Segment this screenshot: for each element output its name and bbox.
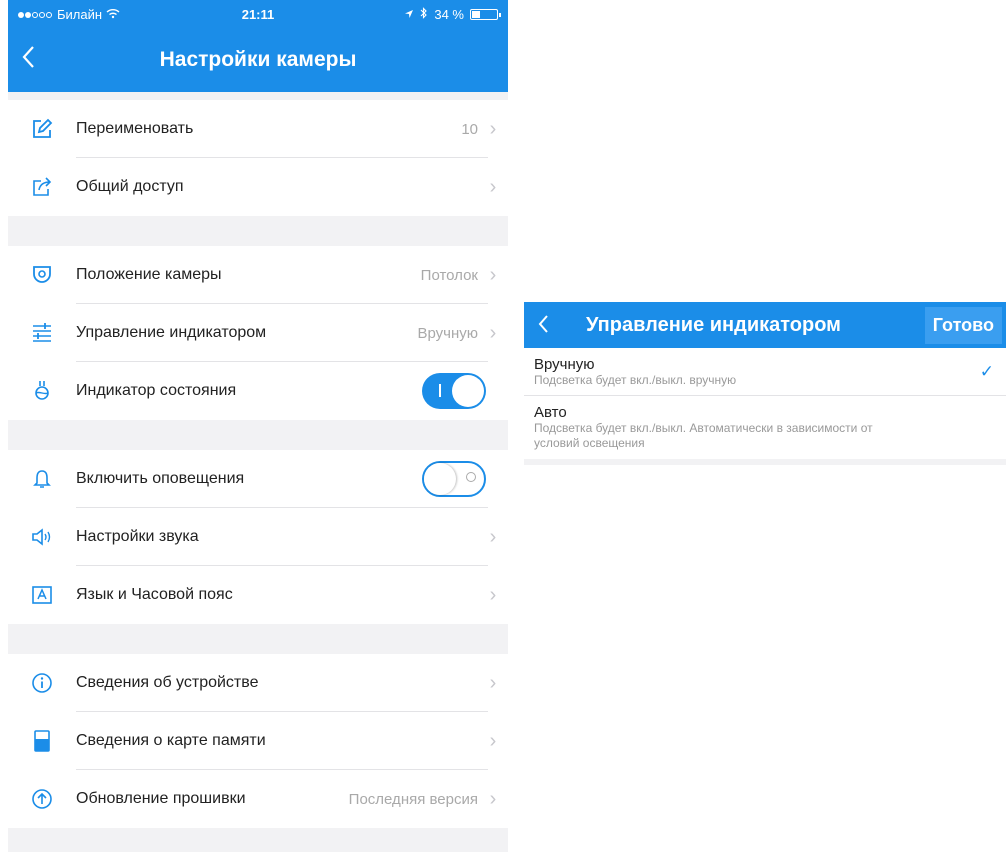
chevron-left-icon: [22, 46, 34, 68]
settings-row: Включить оповещения: [8, 450, 508, 508]
row-label: Обновление прошивки: [76, 790, 246, 807]
settings-row[interactable]: Положение камеры Потолок ›: [8, 246, 508, 304]
bluetooth-icon: [420, 6, 428, 22]
speaker-icon: [8, 526, 76, 548]
option-description: Подсветка будет вкл./выкл. вручную: [534, 373, 737, 387]
settings-row[interactable]: Сведения о карте памяти ›: [8, 712, 508, 770]
chevron-right-icon: ›: [489, 263, 497, 286]
row-label: Индикатор состояния: [76, 382, 237, 399]
settings-row[interactable]: Настройки звука ›: [8, 508, 508, 566]
carrier-name: Билайн: [57, 6, 103, 22]
share-icon: [8, 176, 76, 198]
row-label: Переименовать: [76, 120, 194, 137]
row-value: Потолок: [420, 266, 478, 284]
settings-row[interactable]: Управление индикатором Вручную ›: [8, 304, 508, 362]
language-icon: [8, 584, 76, 606]
option-description: Подсветка будет вкл./выкл. Автоматически…: [534, 421, 873, 450]
camera-settings-screen: Билайн 21:11 34 % Настройки камеры Переи…: [8, 0, 508, 852]
page-title: Настройки камеры: [159, 48, 357, 71]
sliders-icon: [8, 322, 76, 344]
chevron-right-icon: ›: [489, 175, 497, 198]
done-button[interactable]: Готово: [924, 306, 1002, 344]
nav-bar: Настройки камеры: [8, 28, 508, 92]
chevron-right-icon: ›: [489, 729, 497, 752]
settings-section: Включить оповещения Настройки звука › Язык …: [8, 450, 508, 624]
signal-icon: [18, 7, 53, 22]
chevron-right-icon: ›: [489, 117, 497, 140]
row-label: Включить оповещения: [76, 470, 245, 487]
chevron-right-icon: ›: [489, 583, 497, 606]
row-value: Последняя версия: [348, 790, 478, 808]
battery-percent: 34 %: [434, 6, 464, 22]
settings-row[interactable]: Переименовать 10 ›: [8, 100, 508, 158]
settings-row: Индикатор состояния: [8, 362, 508, 420]
row-label: Язык и Часовой пояс: [76, 586, 233, 603]
toggle-switch[interactable]: [422, 373, 486, 409]
wifi-icon: [106, 7, 120, 22]
camera-position-icon: [8, 264, 76, 286]
settings-section: Переименовать 10 › Общий доступ ›: [8, 100, 508, 216]
chevron-right-icon: ›: [489, 787, 497, 810]
sd-card-icon: [8, 730, 76, 752]
indicator-icon: [8, 380, 76, 402]
chevron-right-icon: ›: [489, 525, 497, 548]
battery-icon: [470, 8, 501, 20]
row-value: 10: [461, 120, 478, 138]
row-value: Вручную: [417, 324, 478, 342]
option-auto[interactable]: Авто Подсветка будет вкл./выкл. Автомати…: [524, 396, 1006, 459]
settings-row[interactable]: Общий доступ ›: [8, 158, 508, 216]
option-title: Авто: [534, 404, 567, 421]
settings-row[interactable]: Язык и Часовой пояс ›: [8, 566, 508, 624]
carrier: Билайн: [18, 7, 120, 22]
row-label: Сведения об устройстве: [76, 674, 259, 691]
toggle-switch[interactable]: [422, 461, 486, 497]
settings-row[interactable]: Обновление прошивки Последняя версия ›: [8, 770, 508, 828]
row-label: Настройки звука: [76, 528, 199, 545]
location-icon: [404, 7, 414, 22]
option-manual[interactable]: Вручную Подсветка будет вкл./выкл. вручн…: [524, 348, 1006, 396]
indicator-control-panel: Управление индикатором Готово Вручную По…: [524, 302, 1006, 465]
chevron-right-icon: ›: [489, 321, 497, 344]
bell-icon: [8, 468, 76, 490]
row-label: Управление индикатором: [76, 324, 267, 341]
row-label: Общий доступ: [76, 178, 184, 195]
chevron-left-icon: [538, 314, 548, 333]
row-label: Положение камеры: [76, 266, 222, 283]
upload-icon: [8, 788, 76, 810]
status-bar: Билайн 21:11 34 %: [8, 0, 508, 28]
back-button[interactable]: [8, 43, 48, 77]
panel-back-button[interactable]: [524, 310, 562, 341]
settings-row[interactable]: Сведения об устройстве ›: [8, 654, 508, 712]
settings-list: Переименовать 10 › Общий доступ › Положение к…: [8, 100, 508, 828]
edit-icon: [8, 118, 76, 140]
checkmark-icon: ✓: [979, 362, 994, 381]
info-icon: [8, 672, 76, 694]
settings-section: Сведения об устройстве › Сведения о карте …: [8, 654, 508, 828]
panel-nav-bar: Управление индикатором Готово: [524, 302, 1006, 348]
row-label: Сведения о карте памяти: [76, 732, 266, 749]
panel-title: Управление индикатором: [586, 313, 841, 336]
chevron-right-icon: ›: [489, 671, 497, 694]
option-title: Вручную: [534, 356, 595, 373]
settings-section: Положение камеры Потолок › Управление индик…: [8, 246, 508, 420]
